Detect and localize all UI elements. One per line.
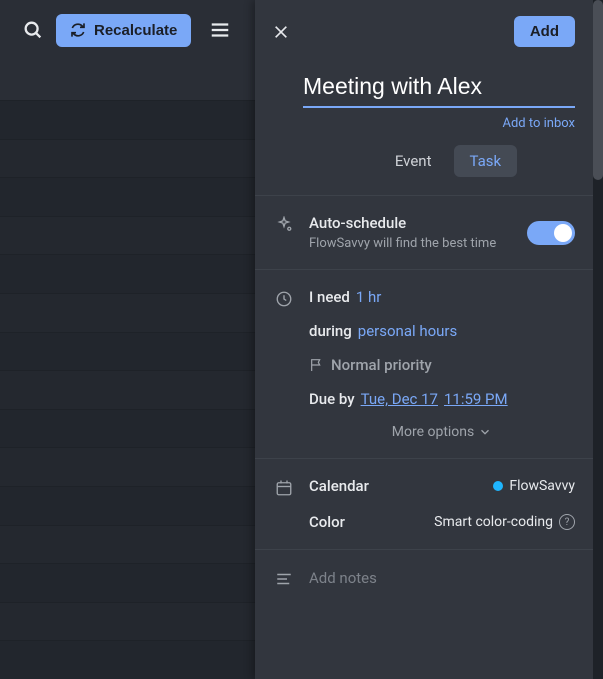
task-panel: Add Add to inbox Event Task Auto-schedul… xyxy=(255,0,603,679)
autoschedule-subtitle: FlowSavvy will find the best time xyxy=(309,236,496,251)
refresh-icon xyxy=(70,22,86,38)
calendar-row xyxy=(0,409,260,448)
recalculate-button[interactable]: Recalculate xyxy=(56,14,191,47)
flag-icon xyxy=(309,357,325,373)
priority-value[interactable]: Normal priority xyxy=(331,356,432,374)
calendar-row xyxy=(0,139,260,178)
chevron-down-icon xyxy=(478,425,492,439)
calendar-row xyxy=(0,293,260,332)
color-value: Smart color-coding xyxy=(434,514,553,530)
notes-section: Add notes xyxy=(255,549,593,606)
calendar-row xyxy=(0,602,260,641)
add-button[interactable]: Add xyxy=(514,16,575,47)
clock-icon xyxy=(275,290,293,440)
calendar-row xyxy=(0,216,260,255)
scheduling-section: I need 1 hr during personal hours Normal… xyxy=(255,269,593,458)
calendar-row xyxy=(0,640,260,679)
add-to-inbox-link[interactable]: Add to inbox xyxy=(303,116,575,131)
duration-value[interactable]: 1 hr xyxy=(356,288,382,306)
panel-scrollbar[interactable] xyxy=(593,0,603,679)
notes-icon xyxy=(275,570,293,588)
sparkle-icon xyxy=(275,216,293,251)
calendar-row xyxy=(0,563,260,602)
notes-input[interactable]: Add notes xyxy=(309,569,377,587)
menu-icon[interactable] xyxy=(209,19,231,41)
during-label: during xyxy=(309,322,352,340)
calendar-row xyxy=(0,332,260,371)
calendar-row xyxy=(0,525,260,564)
due-time-value[interactable]: 11:59 PM xyxy=(444,390,508,408)
calendar-name: FlowSavvy xyxy=(509,478,575,494)
calendar-section: Calendar FlowSavvy Color Smart color-cod… xyxy=(255,458,593,549)
due-label: Due by xyxy=(309,390,355,408)
close-icon[interactable] xyxy=(273,24,289,40)
autoschedule-section: Auto-schedule FlowSavvy will find the be… xyxy=(255,195,593,269)
calendar-grid xyxy=(0,100,260,679)
calendar-row xyxy=(0,177,260,216)
color-label: Color xyxy=(309,513,345,531)
calendar-row xyxy=(0,447,260,486)
more-options-toggle[interactable]: More options xyxy=(309,424,575,440)
more-options-label: More options xyxy=(392,424,475,440)
tab-event[interactable]: Event xyxy=(379,145,448,177)
color-selector[interactable]: Smart color-coding ? xyxy=(434,514,575,530)
calendar-color-dot xyxy=(493,481,503,491)
autoschedule-toggle[interactable] xyxy=(527,221,575,245)
calendar-label: Calendar xyxy=(309,477,369,495)
search-icon[interactable] xyxy=(22,19,44,41)
scrollbar-thumb[interactable] xyxy=(593,0,603,180)
calendar-row xyxy=(0,254,260,293)
due-date-value[interactable]: Tue, Dec 17 xyxy=(361,390,438,408)
calendar-icon xyxy=(275,479,293,531)
calendar-row xyxy=(0,486,260,525)
calendar-selector[interactable]: FlowSavvy xyxy=(493,478,575,494)
autoschedule-title: Auto-schedule xyxy=(309,214,496,232)
recalculate-label: Recalculate xyxy=(94,22,177,39)
help-icon[interactable]: ? xyxy=(559,514,575,530)
calendar-row xyxy=(0,100,260,139)
tab-task[interactable]: Task xyxy=(454,145,518,177)
during-value[interactable]: personal hours xyxy=(358,322,457,340)
calendar-row xyxy=(0,370,260,409)
need-label: I need xyxy=(309,288,350,306)
task-title-input[interactable] xyxy=(303,73,575,108)
